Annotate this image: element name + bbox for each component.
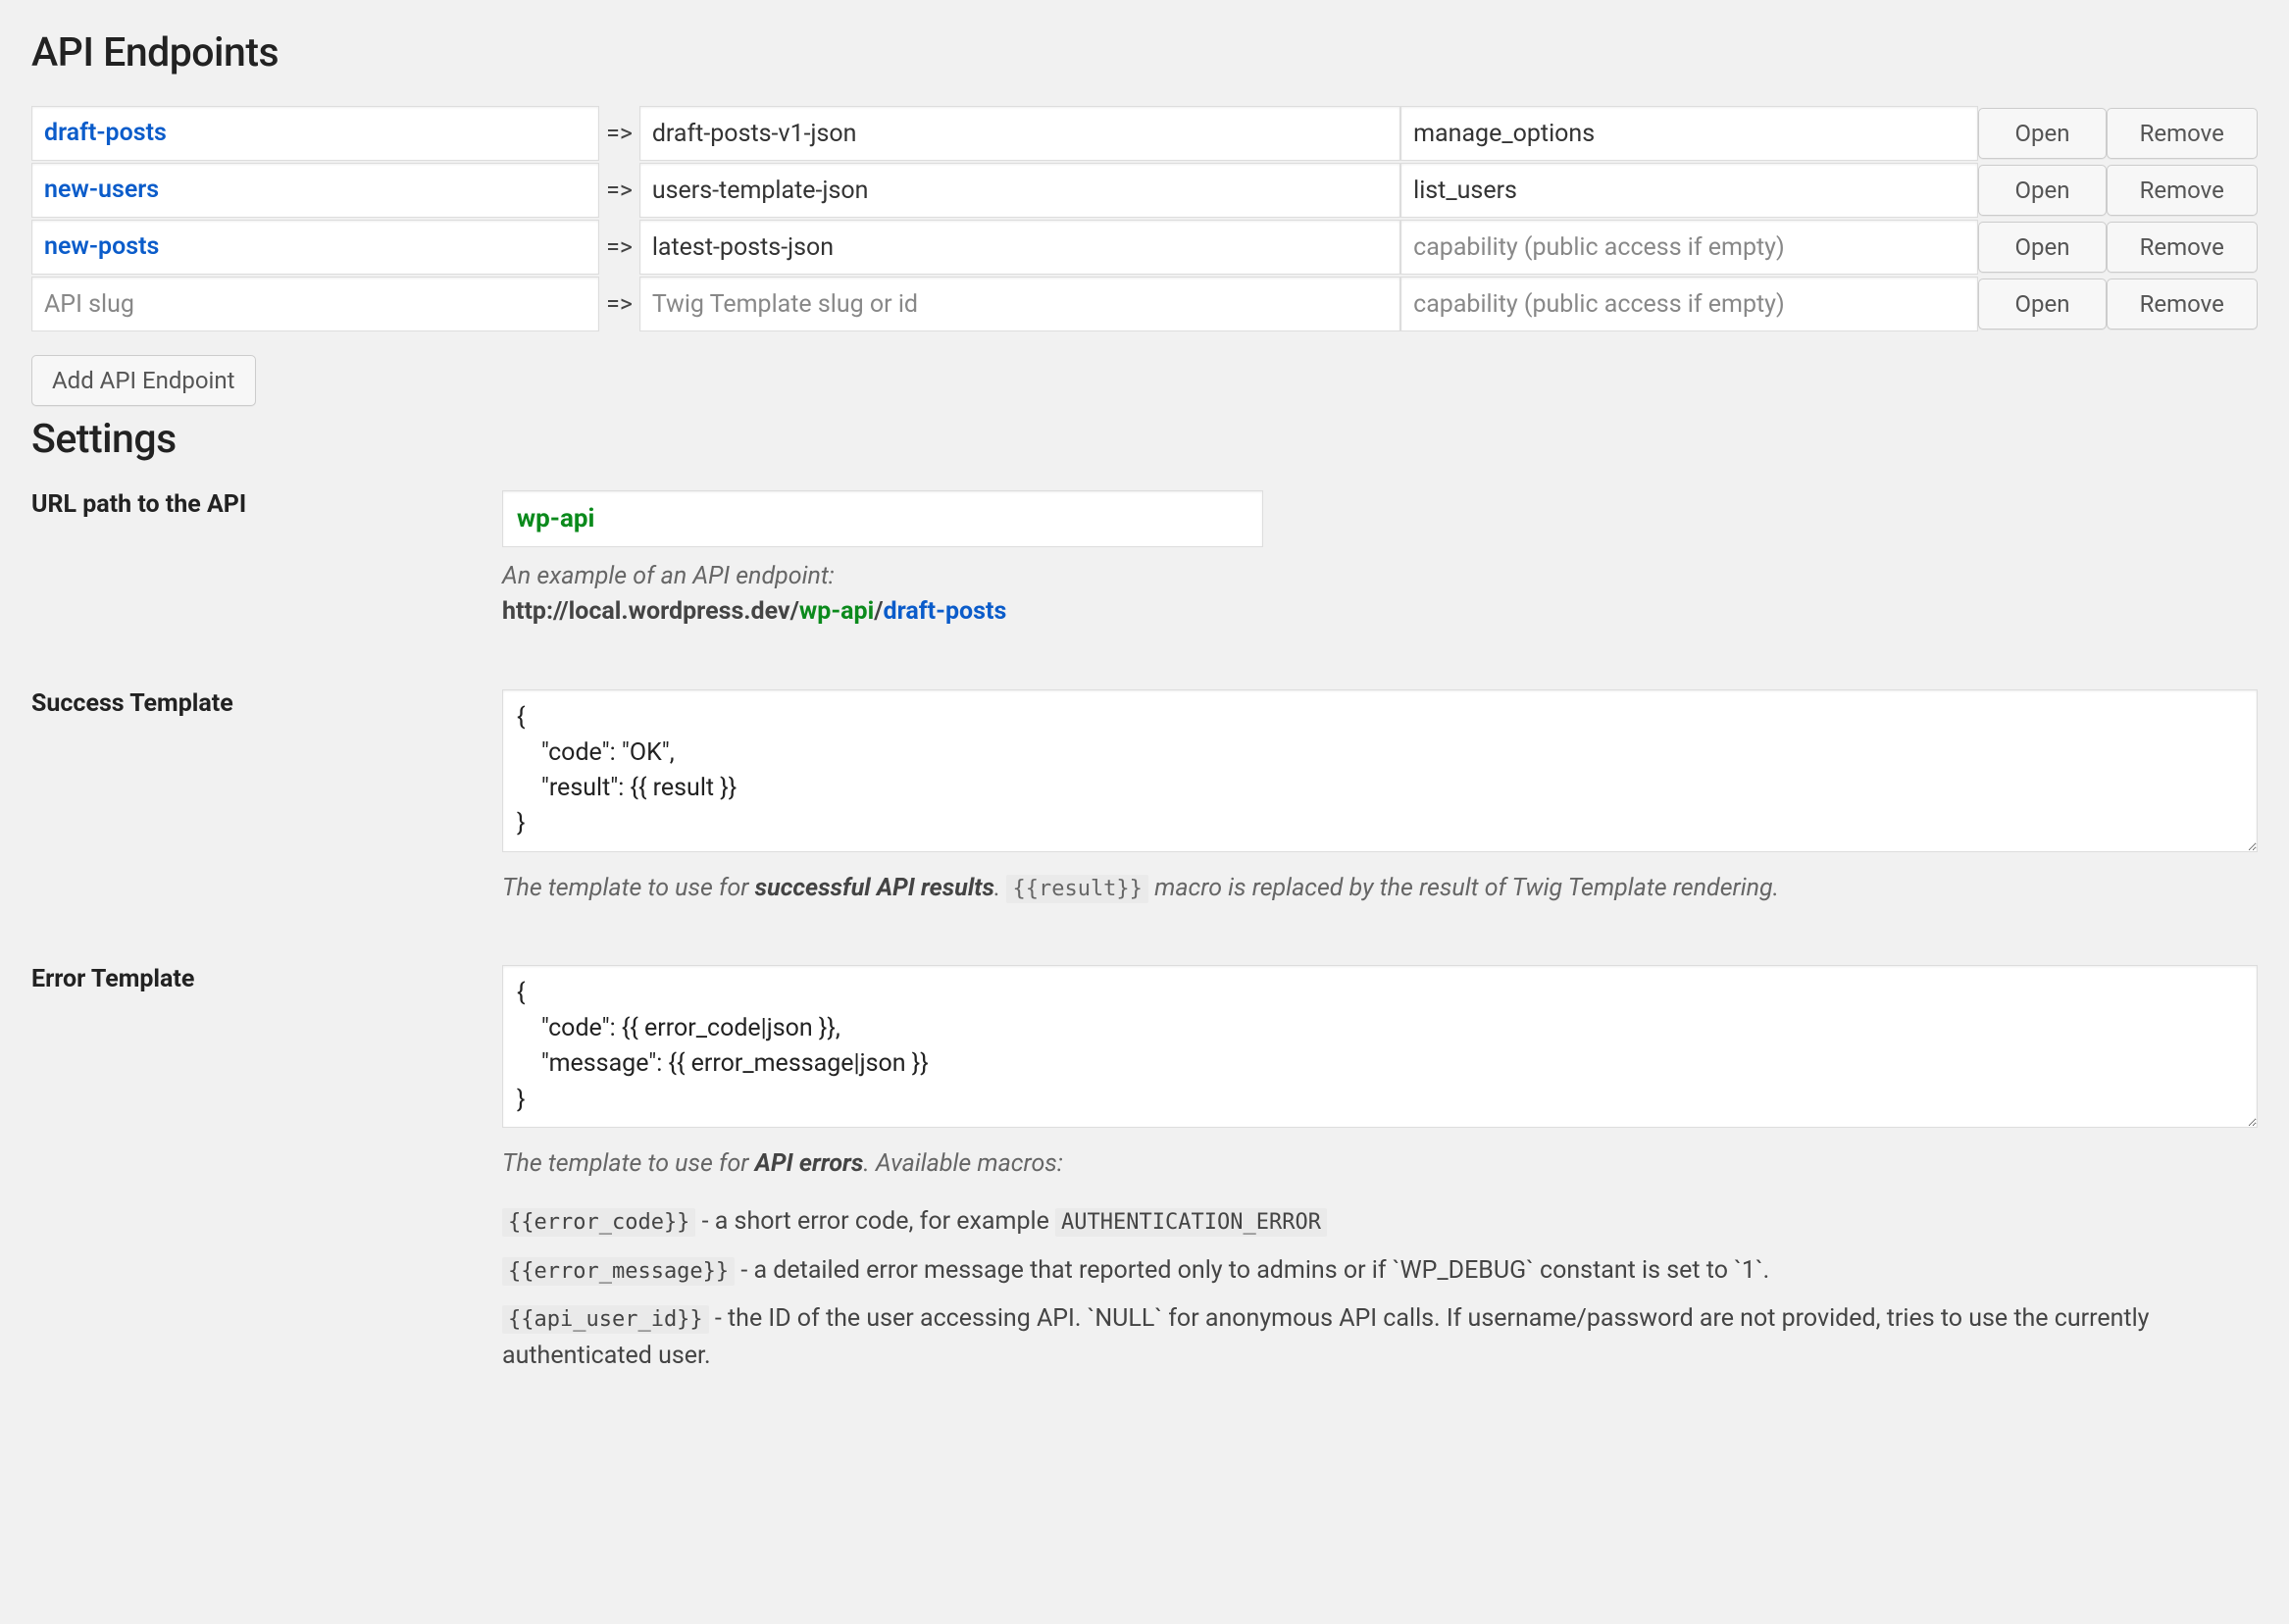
api-slug-link[interactable]: new-users [44,176,159,204]
url-path-label: URL path to the API [31,490,502,631]
success-template-description: The template to use for successful API r… [502,871,2258,906]
remove-button[interactable]: Remove [2107,279,2258,330]
macro-description: {{error_message}} - a detailed error mes… [502,1252,2258,1290]
arrow-icon: => [599,220,639,275]
api-endpoints-table: draft-posts=>OpenRemovenew-users=>OpenRe… [31,104,2258,333]
remove-button[interactable]: Remove [2107,108,2258,159]
arrow-icon: => [599,106,639,161]
open-button[interactable]: Open [1978,279,2106,330]
error-template-label: Error Template [31,965,502,1386]
endpoints-heading: API Endpoints [31,29,2258,76]
arrow-icon: => [599,163,639,218]
table-row: draft-posts => OpenRemove [31,106,2258,161]
settings-heading: Settings [31,416,2258,463]
capability-input[interactable] [1400,163,1978,218]
macro-code: {{api_user_id}} [502,1305,709,1334]
template-input[interactable] [639,106,1400,161]
api-slug-link[interactable]: new-posts [44,232,159,261]
error-macros-list: {{error_code}} - a short error code, for… [502,1203,2258,1374]
success-template-label: Success Template [31,689,502,906]
table-row: => OpenRemove [31,277,2258,331]
success-template-textarea[interactable] [502,689,2258,852]
open-button[interactable]: Open [1978,108,2106,159]
url-path-description: An example of an API endpoint: http://lo… [502,559,2258,631]
capability-input[interactable] [1400,277,1978,331]
remove-button[interactable]: Remove [2107,222,2258,273]
remove-button[interactable]: Remove [2107,165,2258,216]
open-button[interactable]: Open [1978,165,2106,216]
table-row: new-users => OpenRemove [31,163,2258,218]
api-slug-link[interactable]: draft-posts [44,119,167,147]
table-row: new-posts => OpenRemove [31,220,2258,275]
template-input[interactable] [639,277,1400,331]
settings-table: URL path to the API An example of an API… [31,490,2258,1386]
template-input[interactable] [639,220,1400,275]
macro-code: {{error_message}} [502,1257,735,1286]
macro-description: {{error_code}} - a short error code, for… [502,1203,2258,1241]
capability-input[interactable] [1400,106,1978,161]
open-button[interactable]: Open [1978,222,2106,273]
arrow-icon: => [599,277,639,331]
macro-code: {{error_code}} [502,1208,695,1237]
macro-description: {{api_user_id}} - the ID of the user acc… [502,1300,2258,1374]
capability-input[interactable] [1400,220,1978,275]
template-input[interactable] [639,163,1400,218]
url-path-input[interactable] [502,490,1263,547]
add-api-endpoint-button[interactable]: Add API Endpoint [31,355,256,406]
macro-code: AUTHENTICATION_ERROR [1055,1208,1327,1237]
error-template-textarea[interactable] [502,965,2258,1128]
api-slug-input[interactable] [31,277,599,331]
error-template-description: The template to use for API errors. Avai… [502,1146,2258,1182]
